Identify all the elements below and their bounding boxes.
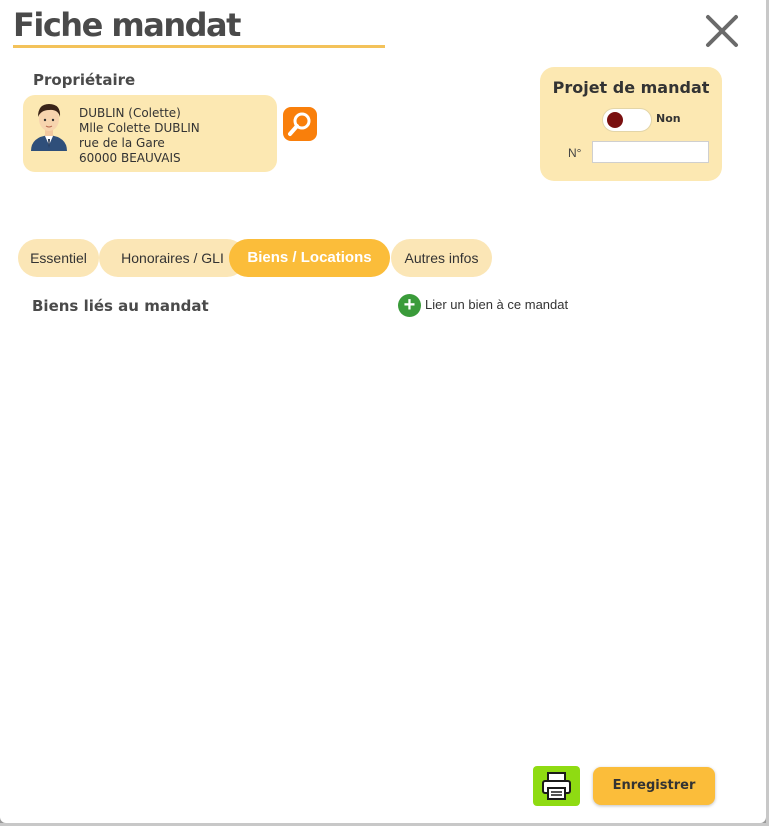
owner-street: rue de la Gare <box>79 136 165 150</box>
owner-name: DUBLIN (Colette) <box>79 106 181 120</box>
save-button[interactable]: Enregistrer <box>593 767 715 805</box>
tab-autres-infos[interactable]: Autres infos <box>391 239 492 277</box>
owner-section-label: Propriétaire <box>33 71 136 89</box>
project-toggle[interactable] <box>602 108 652 132</box>
search-icon <box>288 112 311 136</box>
close-icon[interactable] <box>703 12 741 50</box>
tab-biens-locations[interactable]: Biens / Locations <box>229 239 390 277</box>
toggle-knob <box>607 112 623 128</box>
biens-heading: Biens liés au mandat <box>32 297 209 315</box>
printer-icon <box>542 772 571 800</box>
toggle-label: Non <box>656 112 681 125</box>
owner-full-name: Mlle Colette DUBLIN <box>79 121 200 135</box>
page-title: Fiche mandat <box>13 6 241 44</box>
project-number-input[interactable] <box>592 141 709 163</box>
project-title: Projet de mandat <box>552 78 710 97</box>
plus-circle-icon[interactable]: + <box>398 294 421 317</box>
avatar <box>31 104 67 151</box>
project-box: Projet de mandat Non N° <box>540 67 722 181</box>
link-property-label[interactable]: Lier un bien à ce mandat <box>425 297 568 312</box>
owner-card[interactable]: DUBLIN (Colette) Mlle Colette DUBLIN rue… <box>23 95 277 172</box>
owner-city: 60000 BEAUVAIS <box>79 151 181 165</box>
number-label: N° <box>568 146 582 160</box>
tab-honoraires[interactable]: Honoraires / GLI <box>99 239 246 277</box>
title-underline <box>13 45 385 48</box>
owner-search-button[interactable] <box>283 107 317 141</box>
tab-essentiel[interactable]: Essentiel <box>18 239 99 277</box>
owner-address: DUBLIN (Colette) Mlle Colette DUBLIN rue… <box>79 106 200 166</box>
print-button[interactable] <box>533 766 580 806</box>
mandate-dialog: Fiche mandat Propriétaire DUBLIN (Colett… <box>0 0 766 823</box>
